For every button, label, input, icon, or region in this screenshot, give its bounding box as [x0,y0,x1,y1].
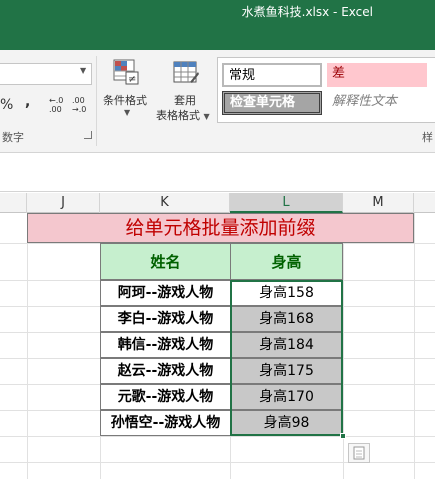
conditional-formatting-icon[interactable]: ≠ [112,58,140,86]
column-header-k[interactable]: K [100,193,230,213]
conditional-formatting-label[interactable]: 条件格式 [103,92,147,108]
style-bad[interactable]: 差 [327,63,427,87]
number-format-dropdown[interactable] [0,63,92,85]
gridline [414,213,415,479]
table-cell-name[interactable]: 孙悟空--游戏人物 [100,410,231,436]
formula-bar-area [0,154,435,192]
gridline [343,213,344,479]
column-header-i[interactable] [0,193,27,213]
quick-analysis-icon[interactable] [348,443,370,463]
column-header-m[interactable]: M [343,193,414,213]
number-group-label: 数字 [2,131,24,144]
table-cell-name[interactable]: 赵云--游戏人物 [100,358,231,384]
style-explanatory-text[interactable]: 解释性文本 [327,91,432,115]
selection-border [230,280,343,436]
chevron-down-icon[interactable]: ▼ [124,108,130,117]
styles-group-label: 样 [422,131,433,144]
format-as-table-label-2[interactable]: 表格格式 ▼ [156,107,210,123]
svg-text:≠: ≠ [128,74,136,85]
table-cell-name[interactable]: 元歌--游戏人物 [100,384,231,410]
table-cell-name[interactable]: 阿珂--游戏人物 [100,280,231,306]
column-header-j[interactable]: J [27,193,100,213]
table-header-name[interactable]: 姓名 [100,243,231,280]
column-header-l[interactable]: L [230,193,343,213]
style-check-cell[interactable]: 检查单元格 [222,91,322,115]
fill-handle[interactable] [340,433,346,439]
table-cell-name[interactable]: 韩信--游戏人物 [100,332,231,358]
increase-decimal-button[interactable]: ←.0 .00 [49,96,67,114]
format-as-table-label[interactable]: 套用 [174,92,196,108]
decrease-decimal-button[interactable]: .00 →.0 [72,96,90,114]
table-header-height[interactable]: 身高 [230,243,343,280]
percent-style-button[interactable]: % [0,97,13,113]
group-separator [96,56,97,146]
sheet-title-banner[interactable]: 给单元格批量添加前缀 [27,213,414,243]
comma-style-button[interactable]: , [25,94,30,110]
dialog-launcher-icon[interactable] [84,131,92,139]
style-normal[interactable]: 常规 [222,63,322,87]
gridline [0,436,435,437]
format-as-table-icon[interactable] [172,58,200,86]
window-title: 水煮鱼科技.xlsx - Excel [241,5,373,19]
chevron-down-icon[interactable]: ▼ [204,112,210,121]
chevron-down-icon[interactable]: ▼ [80,66,86,75]
table-cell-name[interactable]: 李白--游戏人物 [100,306,231,332]
gridline [27,213,28,479]
